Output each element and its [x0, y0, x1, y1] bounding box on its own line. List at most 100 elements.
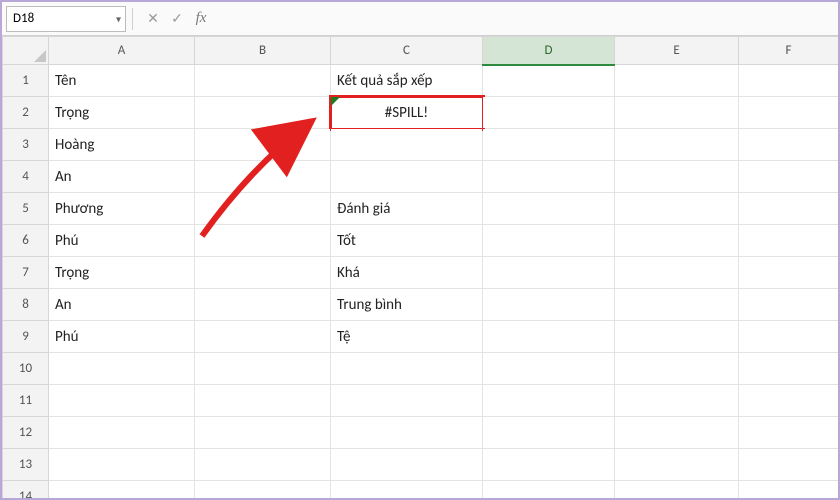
cell-E11[interactable] [615, 385, 739, 417]
cell-B10[interactable] [195, 353, 331, 385]
row-header-7[interactable]: 7 [3, 257, 49, 289]
cell-A8[interactable]: An [49, 289, 195, 321]
cell-D11[interactable] [483, 385, 615, 417]
row-header-4[interactable]: 4 [3, 161, 49, 193]
cell-C3[interactable] [331, 129, 483, 161]
cell-A14[interactable] [49, 481, 195, 499]
cell-D6[interactable] [483, 225, 615, 257]
cell-C14[interactable] [331, 481, 483, 499]
cell-B9[interactable] [195, 321, 331, 353]
cell-B13[interactable] [195, 449, 331, 481]
cell-B2[interactable] [195, 97, 331, 129]
row-header-2[interactable]: 2 [3, 97, 49, 129]
cell-F10[interactable] [739, 353, 839, 385]
cell-E10[interactable] [615, 353, 739, 385]
cell-B3[interactable] [195, 129, 331, 161]
fx-icon[interactable]: fx [191, 10, 211, 27]
col-header-E[interactable]: E [615, 37, 739, 65]
cell-C6[interactable]: Tốt [331, 225, 483, 257]
col-header-B[interactable]: B [195, 37, 331, 65]
cell-A5[interactable]: Phương [49, 193, 195, 225]
cell-C4[interactable] [331, 161, 483, 193]
cell-F9[interactable] [739, 321, 839, 353]
row-header-9[interactable]: 9 [3, 321, 49, 353]
row-header-1[interactable]: 1 [3, 65, 49, 97]
cell-B12[interactable] [195, 417, 331, 449]
cell-A13[interactable] [49, 449, 195, 481]
select-all-corner[interactable] [3, 37, 49, 65]
cell-F8[interactable] [739, 289, 839, 321]
cell-D7[interactable] [483, 257, 615, 289]
cell-A6[interactable]: Phú [49, 225, 195, 257]
cell-A1[interactable]: Tên [49, 65, 195, 97]
cell-E9[interactable] [615, 321, 739, 353]
row-header-8[interactable]: 8 [3, 289, 49, 321]
row-header-6[interactable]: 6 [3, 225, 49, 257]
cell-A4[interactable]: An [49, 161, 195, 193]
cancel-icon[interactable]: ✕ [143, 10, 163, 27]
cell-C7[interactable]: Khá [331, 257, 483, 289]
cell-E12[interactable] [615, 417, 739, 449]
cell-E6[interactable] [615, 225, 739, 257]
cell-D12[interactable] [483, 417, 615, 449]
row-header-14[interactable]: 14 [3, 481, 49, 499]
cell-C2[interactable]: #SPILL! [331, 97, 483, 129]
cell-D2[interactable] [483, 97, 615, 129]
cell-F1[interactable] [739, 65, 839, 97]
cell-D3[interactable] [483, 129, 615, 161]
cell-A3[interactable]: Hoàng [49, 129, 195, 161]
cell-F6[interactable] [739, 225, 839, 257]
cell-E4[interactable] [615, 161, 739, 193]
cell-B11[interactable] [195, 385, 331, 417]
cell-D14[interactable] [483, 481, 615, 499]
cell-B14[interactable] [195, 481, 331, 499]
cell-F12[interactable] [739, 417, 839, 449]
formula-input[interactable] [221, 6, 834, 32]
cell-F13[interactable] [739, 449, 839, 481]
cell-F5[interactable] [739, 193, 839, 225]
cell-F7[interactable] [739, 257, 839, 289]
cell-A12[interactable] [49, 417, 195, 449]
cell-A11[interactable] [49, 385, 195, 417]
cell-F2[interactable] [739, 97, 839, 129]
cell-A7[interactable]: Trọng [49, 257, 195, 289]
name-box[interactable]: D18 ▾ [6, 6, 126, 32]
cell-B8[interactable] [195, 289, 331, 321]
cell-D4[interactable] [483, 161, 615, 193]
row-header-12[interactable]: 12 [3, 417, 49, 449]
cell-D5[interactable] [483, 193, 615, 225]
cell-B1[interactable] [195, 65, 331, 97]
cell-C12[interactable] [331, 417, 483, 449]
cell-B4[interactable] [195, 161, 331, 193]
cell-B7[interactable] [195, 257, 331, 289]
cell-E1[interactable] [615, 65, 739, 97]
cell-C11[interactable] [331, 385, 483, 417]
col-header-D[interactable]: D [483, 37, 615, 65]
sheet-area[interactable]: ABCDEF 1TênKết quả sắp xếp2Trọng#SPILL!3… [2, 36, 838, 498]
cell-C8[interactable]: Trung bình [331, 289, 483, 321]
cell-F11[interactable] [739, 385, 839, 417]
cell-F3[interactable] [739, 129, 839, 161]
cell-C13[interactable] [331, 449, 483, 481]
cell-B6[interactable] [195, 225, 331, 257]
cell-C1[interactable]: Kết quả sắp xếp [331, 65, 483, 97]
cell-F14[interactable] [739, 481, 839, 499]
cell-E13[interactable] [615, 449, 739, 481]
col-header-F[interactable]: F [739, 37, 839, 65]
col-header-A[interactable]: A [49, 37, 195, 65]
chevron-down-icon[interactable]: ▾ [116, 12, 121, 25]
cell-D9[interactable] [483, 321, 615, 353]
row-header-3[interactable]: 3 [3, 129, 49, 161]
cell-F4[interactable] [739, 161, 839, 193]
cell-C10[interactable] [331, 353, 483, 385]
cell-D10[interactable] [483, 353, 615, 385]
row-header-5[interactable]: 5 [3, 193, 49, 225]
cell-D1[interactable] [483, 65, 615, 97]
cell-E7[interactable] [615, 257, 739, 289]
cell-A9[interactable]: Phú [49, 321, 195, 353]
confirm-icon[interactable]: ✓ [167, 10, 187, 27]
row-header-10[interactable]: 10 [3, 353, 49, 385]
cell-E2[interactable] [615, 97, 739, 129]
cell-E5[interactable] [615, 193, 739, 225]
cell-E3[interactable] [615, 129, 739, 161]
